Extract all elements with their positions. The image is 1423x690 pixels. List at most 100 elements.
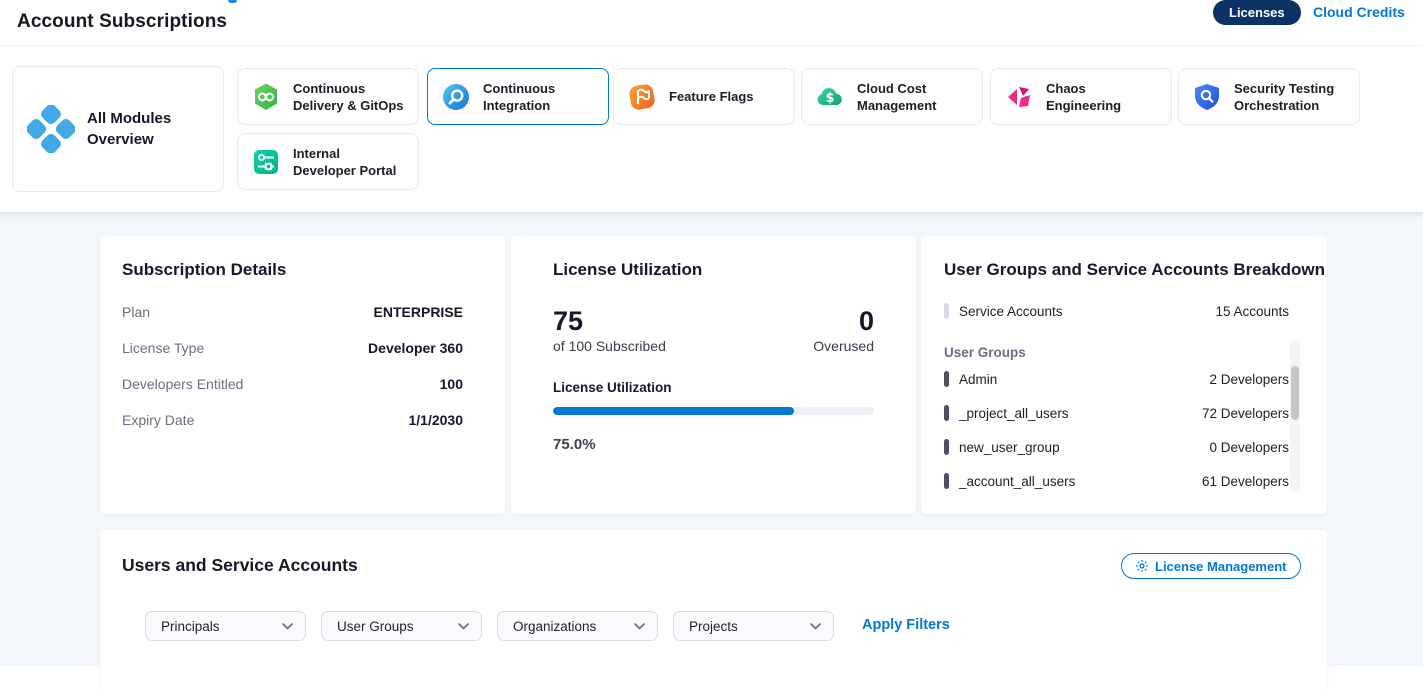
- user-group-marker: [944, 371, 949, 387]
- user-group-value: 0 Developers: [1209, 440, 1289, 455]
- used-caption: of 100 Subscribed: [553, 338, 666, 354]
- chaos-engineering-icon: [1004, 82, 1034, 112]
- user-group-name: new_user_group: [959, 440, 1060, 455]
- security-testing-icon: [1192, 82, 1222, 112]
- service-accounts-row: Service Accounts 15 Accounts: [944, 302, 1289, 320]
- module-label: Cloud Cost Management: [857, 80, 969, 114]
- breakdown-scrollbar-track[interactable]: [1290, 340, 1300, 492]
- cd-gitops-icon: [251, 82, 281, 112]
- feature-flags-icon: [627, 82, 657, 112]
- module-label: Internal Developer Portal: [293, 145, 405, 179]
- license-utilization-card: License Utilization 75 of 100 Subscribed…: [511, 236, 916, 514]
- row-label: Plan: [122, 304, 150, 320]
- dropdown-selected-value: Projects: [689, 619, 738, 634]
- subscription-row-plan: Plan ENTERPRISE: [122, 302, 463, 322]
- license-utilization-title: License Utilization: [553, 260, 702, 280]
- all-modules-overview-label: All Modules Overview: [87, 108, 183, 150]
- internal-developer-portal-icon: [251, 147, 281, 177]
- gear-icon: [1135, 559, 1149, 573]
- all-modules-icon: [27, 105, 75, 153]
- chevron-down-icon: [810, 623, 821, 630]
- content-background: Subscription Details Plan ENTERPRISE Lic…: [0, 212, 1423, 666]
- row-value: 1/1/2030: [409, 412, 464, 428]
- module-label: Feature Flags: [669, 88, 781, 105]
- license-management-label: License Management: [1155, 559, 1287, 574]
- users-service-accounts-card: Users and Service Accounts License Manag…: [100, 530, 1327, 690]
- continuous-integration-icon: [441, 82, 471, 112]
- dropdown-selected-value: Principals: [161, 619, 220, 634]
- module-selector-strip: All Modules Overview Continuous Delivery…: [0, 46, 1423, 212]
- projects-filter-dropdown[interactable]: Projects: [673, 611, 834, 641]
- row-label: Developers Entitled: [122, 376, 243, 392]
- dropdown-selected-value: Organizations: [513, 619, 596, 634]
- chevron-down-icon: [282, 623, 293, 630]
- principals-filter-dropdown[interactable]: Principals: [145, 611, 306, 641]
- row-label: License Type: [122, 340, 204, 356]
- user-group-name: _account_all_users: [959, 474, 1075, 489]
- user-group-marker: [944, 439, 949, 455]
- chevron-down-icon: [458, 623, 469, 630]
- user-group-name: _project_all_users: [959, 406, 1069, 421]
- module-card-cd-gitops[interactable]: Continuous Delivery & GitOps: [237, 68, 419, 125]
- progress-bar-label: License Utilization: [553, 380, 672, 395]
- utilization-percent: 75.0%: [553, 436, 596, 453]
- breakdown-card: User Groups and Service Accounts Breakdo…: [921, 236, 1327, 514]
- apply-filters-link[interactable]: Apply Filters: [862, 617, 950, 633]
- user-group-value: 2 Developers: [1209, 372, 1289, 387]
- cloud-credits-tab[interactable]: Cloud Credits: [1313, 4, 1405, 20]
- user-group-marker: [944, 473, 949, 489]
- user-group-row: _project_all_users 72 Developers: [944, 404, 1289, 422]
- module-card-security-testing[interactable]: Security Testing Orchestration: [1178, 68, 1360, 125]
- subscription-row-developers-entitled: Developers Entitled 100: [122, 374, 463, 394]
- user-group-marker: [944, 405, 949, 421]
- clipped-nav-icon-fragment: [228, 0, 237, 3]
- user-group-row: new_user_group 0 Developers: [944, 438, 1289, 456]
- subscription-row-expiry-date: Expiry Date 1/1/2030: [122, 410, 463, 430]
- module-label: Continuous Integration: [483, 80, 595, 114]
- module-card-cloud-cost[interactable]: $ Cloud Cost Management: [801, 68, 983, 125]
- overused-count: 0: [813, 307, 874, 335]
- service-accounts-marker: [944, 303, 949, 319]
- license-utilization-progress-track: [553, 407, 874, 415]
- page-header: Account Subscriptions Licenses Cloud Cre…: [0, 0, 1423, 46]
- breakdown-title: User Groups and Service Accounts Breakdo…: [944, 260, 1325, 280]
- subscription-details-title: Subscription Details: [122, 260, 286, 280]
- module-card-continuous-integration[interactable]: Continuous Integration: [427, 68, 609, 125]
- subscription-row-license-type: License Type Developer 360: [122, 338, 463, 358]
- user-group-name: Admin: [959, 372, 997, 387]
- module-label: Continuous Delivery & GitOps: [293, 80, 405, 114]
- row-label: Expiry Date: [122, 412, 194, 428]
- subscription-details-card: Subscription Details Plan ENTERPRISE Lic…: [100, 236, 505, 514]
- cloud-cost-icon: $: [815, 82, 845, 112]
- module-card-feature-flags[interactable]: Feature Flags: [613, 68, 795, 125]
- overused-count-block: 0 Overused: [813, 307, 874, 354]
- user-groups-heading: User Groups: [944, 345, 1026, 360]
- license-utilization-progress-fill: [553, 407, 794, 415]
- service-accounts-value: 15 Accounts: [1215, 304, 1289, 319]
- breakdown-scrollbar-thumb[interactable]: [1291, 366, 1299, 420]
- user-groups-filter-dropdown[interactable]: User Groups: [321, 611, 482, 641]
- licenses-tab[interactable]: Licenses: [1213, 0, 1301, 25]
- used-count: 75: [553, 307, 666, 335]
- dropdown-selected-value: User Groups: [337, 619, 414, 634]
- page-title: Account Subscriptions: [17, 11, 227, 33]
- row-value: 100: [440, 376, 463, 392]
- chevron-down-icon: [634, 623, 645, 630]
- all-modules-overview-card[interactable]: All Modules Overview: [12, 66, 224, 192]
- user-group-row: Admin 2 Developers: [944, 370, 1289, 388]
- overused-caption: Overused: [813, 338, 874, 354]
- used-count-block: 75 of 100 Subscribed: [553, 307, 666, 354]
- organizations-filter-dropdown[interactable]: Organizations: [497, 611, 658, 641]
- license-management-button[interactable]: License Management: [1121, 553, 1301, 579]
- module-card-chaos-engineering[interactable]: Chaos Engineering: [990, 68, 1172, 125]
- user-group-value: 72 Developers: [1202, 406, 1289, 421]
- user-group-value: 61 Developers: [1202, 474, 1289, 489]
- svg-text:$: $: [825, 91, 834, 106]
- user-group-row: _account_all_users 61 Developers: [944, 472, 1289, 490]
- module-card-internal-developer-portal[interactable]: Internal Developer Portal: [237, 133, 419, 190]
- service-accounts-label: Service Accounts: [959, 304, 1063, 319]
- row-value: ENTERPRISE: [374, 304, 463, 320]
- users-section-title: Users and Service Accounts: [122, 555, 358, 576]
- row-value: Developer 360: [368, 340, 463, 356]
- module-label: Security Testing Orchestration: [1234, 80, 1346, 114]
